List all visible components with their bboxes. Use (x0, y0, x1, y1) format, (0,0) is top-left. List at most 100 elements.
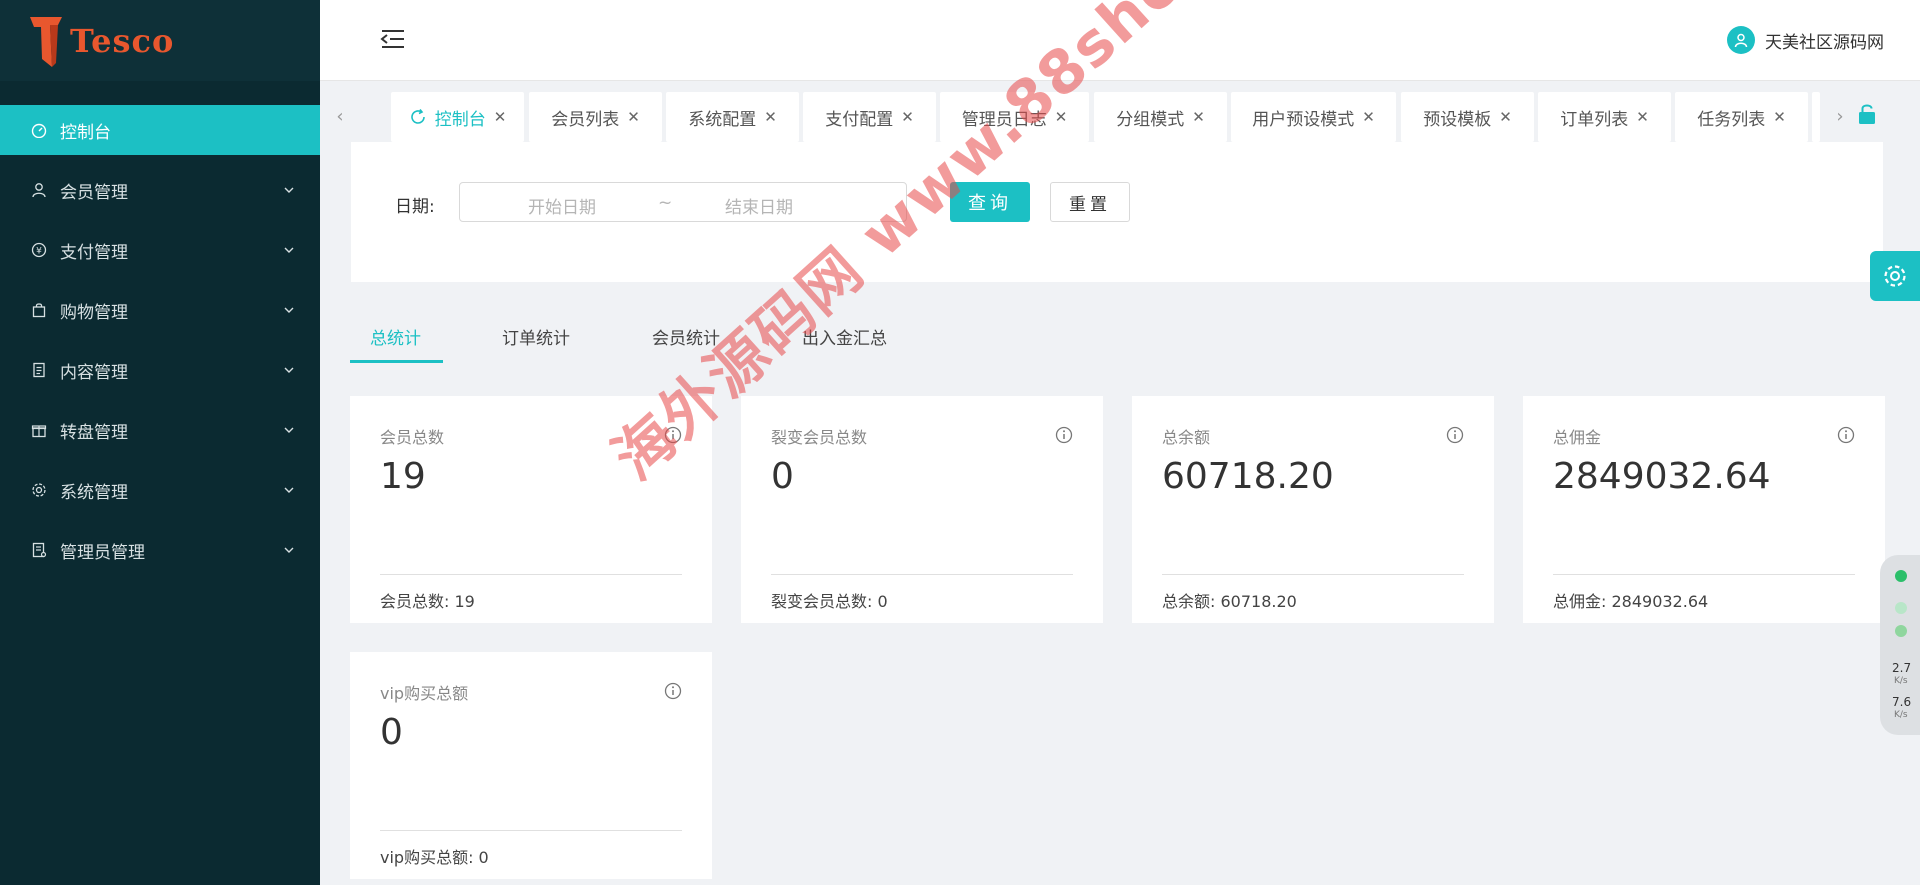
username: 天美社区源码网 (1765, 32, 1884, 53)
tab-order-list[interactable]: 订单列表 ✕ (1538, 92, 1671, 142)
tab-payment-config[interactable]: 支付配置 ✕ (803, 92, 936, 142)
card-value: 60718.20 (1162, 456, 1334, 497)
active-tab-indicator (350, 360, 443, 363)
close-icon[interactable]: ✕ (1055, 108, 1068, 126)
sidebar-item-label: 控制台 (60, 122, 111, 143)
sidebar-item-wheel[interactable]: 转盘管理 (0, 405, 320, 455)
sidebar-item-system[interactable]: 系统管理 (0, 465, 320, 515)
close-icon[interactable]: ✕ (1362, 108, 1375, 126)
tab-label: 会员列表 (551, 109, 620, 130)
tab-label: 系统配置 (688, 109, 757, 130)
card-value: 0 (771, 456, 794, 497)
svg-text:¥: ¥ (36, 247, 42, 257)
tab-task-list[interactable]: 任务列表 ✕ (1675, 92, 1808, 142)
divider (771, 574, 1073, 575)
stat-card-fission-members: 裂变会员总数 0 裂变会员总数: 0 (741, 396, 1103, 623)
info-icon[interactable] (664, 426, 682, 444)
user-menu[interactable]: 天美社区源码网 (1727, 26, 1884, 54)
sidebar-item-label: 购物管理 (60, 302, 128, 323)
menu-collapse-icon[interactable] (380, 28, 406, 50)
tab-preset-template[interactable]: 预设模板 ✕ (1401, 92, 1534, 142)
search-panel: 日期: 开始日期 ~ 结束日期 查询 重置 (351, 142, 1883, 282)
gift-icon (30, 421, 48, 439)
lock-icon[interactable] (1856, 102, 1878, 126)
close-icon[interactable]: ✕ (901, 108, 914, 126)
divider (1162, 574, 1464, 575)
close-icon[interactable]: ✕ (764, 108, 777, 126)
tab-admin-log[interactable]: 管理员日志 ✕ (940, 92, 1089, 142)
document-icon (30, 361, 48, 379)
sidebar-item-admin[interactable]: 管理员管理 (0, 525, 320, 575)
close-icon[interactable]: ✕ (1499, 108, 1512, 126)
sidebar-item-content[interactable]: 内容管理 (0, 345, 320, 395)
gear-icon (30, 481, 48, 499)
date-separator: ~ (658, 193, 673, 213)
sidebar-item-shopping[interactable]: 购物管理 (0, 285, 320, 335)
tab-order-stats[interactable]: 订单统计 (502, 324, 570, 349)
info-icon[interactable] (1055, 426, 1073, 444)
brand-name: Tesco (70, 21, 175, 60)
status-dot-icon (1895, 602, 1907, 614)
card-footer: 会员总数: 19 (380, 592, 475, 611)
tab-system-config[interactable]: 系统配置 ✕ (666, 92, 799, 142)
download-unit: K/s (1894, 710, 1908, 720)
dashboard-icon (30, 121, 48, 139)
query-button[interactable]: 查询 (950, 182, 1030, 222)
card-title: 总佣金 (1553, 428, 1602, 447)
chevron-down-icon (284, 547, 294, 553)
yen-icon: ¥ (30, 241, 48, 259)
info-icon[interactable] (664, 682, 682, 700)
close-icon[interactable]: ✕ (1773, 108, 1786, 126)
tab-dashboard[interactable]: 控制台 ✕ (391, 92, 524, 142)
tab-scroll-right-icon[interactable]: › (1820, 90, 1860, 142)
upload-speed: 2.7 (1892, 661, 1912, 675)
card-title: vip购买总额 (380, 684, 469, 703)
sidebar-item-label: 系统管理 (60, 482, 128, 503)
sidebar-item-payment[interactable]: ¥ 支付管理 (0, 225, 320, 275)
avatar-icon (1727, 26, 1755, 54)
tab-label: 分组模式 (1116, 109, 1185, 130)
tab-user-preset-mode[interactable]: 用户预设模式 ✕ (1231, 92, 1396, 142)
start-date-placeholder[interactable]: 开始日期 (528, 193, 596, 218)
card-title: 会员总数 (380, 428, 445, 447)
card-footer: 裂变会员总数: 0 (771, 592, 888, 611)
end-date-placeholder[interactable]: 结束日期 (725, 193, 793, 218)
chevron-down-icon (284, 307, 294, 313)
gear-icon (1884, 265, 1906, 287)
close-icon[interactable]: ✕ (1192, 108, 1205, 126)
sidebar-item-dashboard[interactable]: 控制台 (0, 105, 320, 155)
info-icon[interactable] (1446, 426, 1464, 444)
tab-scroll-left-icon[interactable]: ‹ (320, 90, 360, 142)
tab-label: 管理员日志 (961, 109, 1047, 130)
close-icon[interactable]: ✕ (1636, 108, 1649, 126)
card-title: 总余额 (1162, 428, 1211, 447)
close-icon[interactable]: ✕ (627, 108, 640, 126)
tab-group-mode[interactable]: 分组模式 ✕ (1094, 92, 1227, 142)
chevron-down-icon (284, 487, 294, 493)
logo[interactable]: Tesco (0, 0, 320, 81)
close-icon[interactable]: ✕ (494, 108, 507, 126)
card-value: 0 (380, 712, 403, 753)
sidebar-menu: 控制台 会员管理 ¥ 支付管理 购物管理 内容管理 转盘管理 系统管理 管理员管… (0, 105, 320, 575)
divider (380, 574, 682, 575)
stat-card-vip-purchases: vip购买总额 0 vip购买总额: 0 (350, 652, 712, 879)
info-icon[interactable] (1837, 426, 1855, 444)
sidebar-item-members[interactable]: 会员管理 (0, 165, 320, 215)
tab-member-stats[interactable]: 会员统计 (652, 324, 720, 349)
tab-label: 支付配置 (825, 109, 894, 130)
reset-button[interactable]: 重置 (1050, 182, 1130, 222)
chevron-down-icon (284, 427, 294, 433)
settings-float-button[interactable] (1870, 251, 1920, 301)
tab-total-stats[interactable]: 总统计 (370, 324, 421, 349)
tab-overflow (1812, 92, 1820, 142)
card-title: 裂变会员总数 (771, 428, 868, 447)
tab-fund-summary[interactable]: 出入金汇总 (802, 324, 887, 349)
sidebar-item-label: 转盘管理 (60, 422, 128, 443)
user-icon (30, 181, 48, 199)
network-speed-widget[interactable]: 2.7 K/s 7.6 K/s (1880, 555, 1920, 735)
date-range-picker[interactable]: 开始日期 ~ 结束日期 (459, 182, 907, 222)
sidebar-item-label: 会员管理 (60, 182, 128, 203)
status-dot-icon (1895, 570, 1907, 582)
sidebar: Tesco 控制台 会员管理 ¥ 支付管理 购物管理 内容管理 转盘管理 系统管… (0, 0, 320, 885)
tab-member-list[interactable]: 会员列表 ✕ (529, 92, 662, 142)
